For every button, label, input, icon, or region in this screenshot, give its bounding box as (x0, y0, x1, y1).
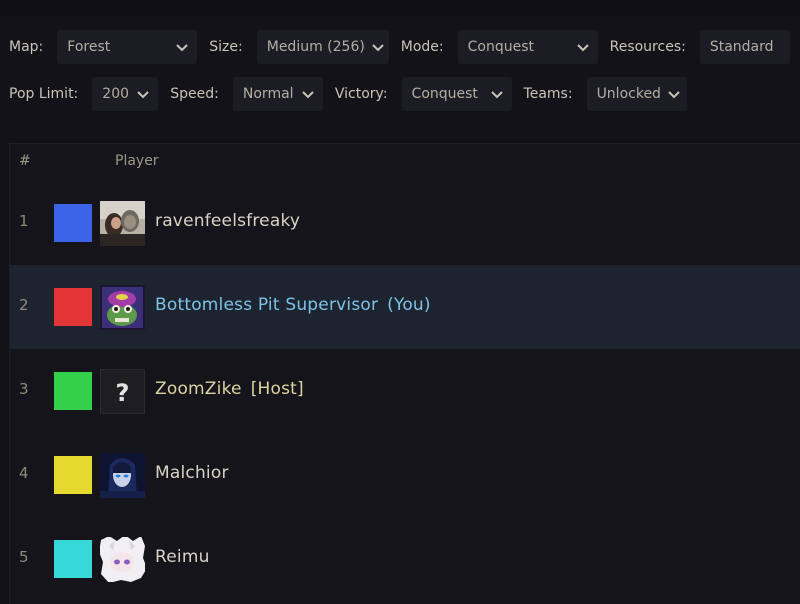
header-number: # (19, 153, 31, 169)
settings-row-2: Pop Limit: 200 Speed: Normal Victory: Co… (0, 77, 699, 111)
map-label: Map: (9, 39, 44, 55)
settings-row-1: Map: Forest Size: Medium (256) Mode: Con… (0, 30, 790, 64)
resources-value: Standard (709, 39, 774, 55)
player-color-swatch[interactable] (54, 540, 92, 578)
pop-limit-label: Pop Limit: (9, 86, 79, 102)
size-value: Medium (256) (266, 39, 365, 55)
player-number: 3 (19, 380, 29, 398)
player-avatar (100, 537, 145, 582)
top-strip (0, 0, 800, 16)
player-list-panel: # Player 1 ravenfeelsfreaky 2 Bottomless… (9, 143, 800, 604)
player-row-you[interactable]: 2 Bottomless Pit Supervisor (You) (10, 265, 800, 349)
pop-limit-dropdown[interactable]: 200 (92, 77, 159, 111)
map-dropdown[interactable]: Forest (57, 30, 198, 64)
speed-label: Speed: (170, 86, 219, 102)
teams-label: Teams: (523, 86, 573, 102)
you-tag: (You) (387, 295, 431, 315)
player-avatar (100, 201, 145, 246)
player-name: ZoomZike [Host] (155, 379, 304, 399)
player-row[interactable]: 3 ? ZoomZike [Host] (10, 349, 800, 433)
player-avatar-placeholder: ? (100, 369, 145, 414)
header-player: Player (115, 153, 159, 169)
player-number: 4 (19, 464, 29, 482)
player-name: ravenfeelsfreaky (155, 211, 301, 231)
player-row[interactable]: 4 Malchior (10, 433, 800, 517)
size-label: Size: (209, 39, 243, 55)
player-color-swatch[interactable] (54, 372, 92, 410)
player-color-swatch[interactable] (54, 288, 92, 326)
unknown-avatar-glyph: ? (116, 379, 130, 407)
player-number: 5 (19, 548, 29, 566)
player-list-header: # Player (10, 144, 800, 180)
teams-value: Unlocked (596, 86, 661, 102)
chevron-down-icon (175, 40, 189, 54)
player-color-swatch[interactable] (54, 204, 92, 242)
size-dropdown[interactable]: Medium (256) (256, 30, 389, 64)
player-avatar (100, 285, 145, 330)
teams-dropdown[interactable]: Unlocked (586, 77, 687, 111)
chevron-down-icon (371, 40, 385, 54)
player-row[interactable]: 5 Reimu (10, 517, 800, 601)
resources-dropdown[interactable]: Standard (699, 30, 790, 64)
player-name: Bottomless Pit Supervisor (You) (155, 295, 431, 315)
chevron-down-icon (301, 87, 315, 101)
player-number: 1 (19, 212, 29, 230)
player-number: 2 (19, 296, 29, 314)
player-name: Reimu (155, 547, 210, 567)
resources-label: Resources: (609, 39, 686, 55)
chevron-down-icon (667, 87, 681, 101)
chevron-down-icon (576, 40, 590, 54)
victory-dropdown[interactable]: Conquest (401, 77, 512, 111)
victory-label: Victory: (334, 86, 388, 102)
player-avatar (100, 453, 145, 498)
speed-value: Normal (242, 86, 294, 102)
player-row[interactable]: 1 ravenfeelsfreaky (10, 181, 800, 265)
speed-dropdown[interactable]: Normal (232, 77, 323, 111)
mode-dropdown[interactable]: Conquest (457, 30, 598, 64)
map-value: Forest (67, 39, 111, 55)
player-color-swatch[interactable] (54, 456, 92, 494)
victory-value: Conquest (411, 86, 478, 102)
pop-limit-value: 200 (102, 86, 130, 102)
host-tag: [Host] (250, 379, 304, 399)
mode-label: Mode: (400, 39, 444, 55)
chevron-down-icon (490, 87, 504, 101)
player-name: Malchior (155, 463, 229, 483)
chevron-down-icon (136, 87, 150, 101)
mode-value: Conquest (467, 39, 534, 55)
